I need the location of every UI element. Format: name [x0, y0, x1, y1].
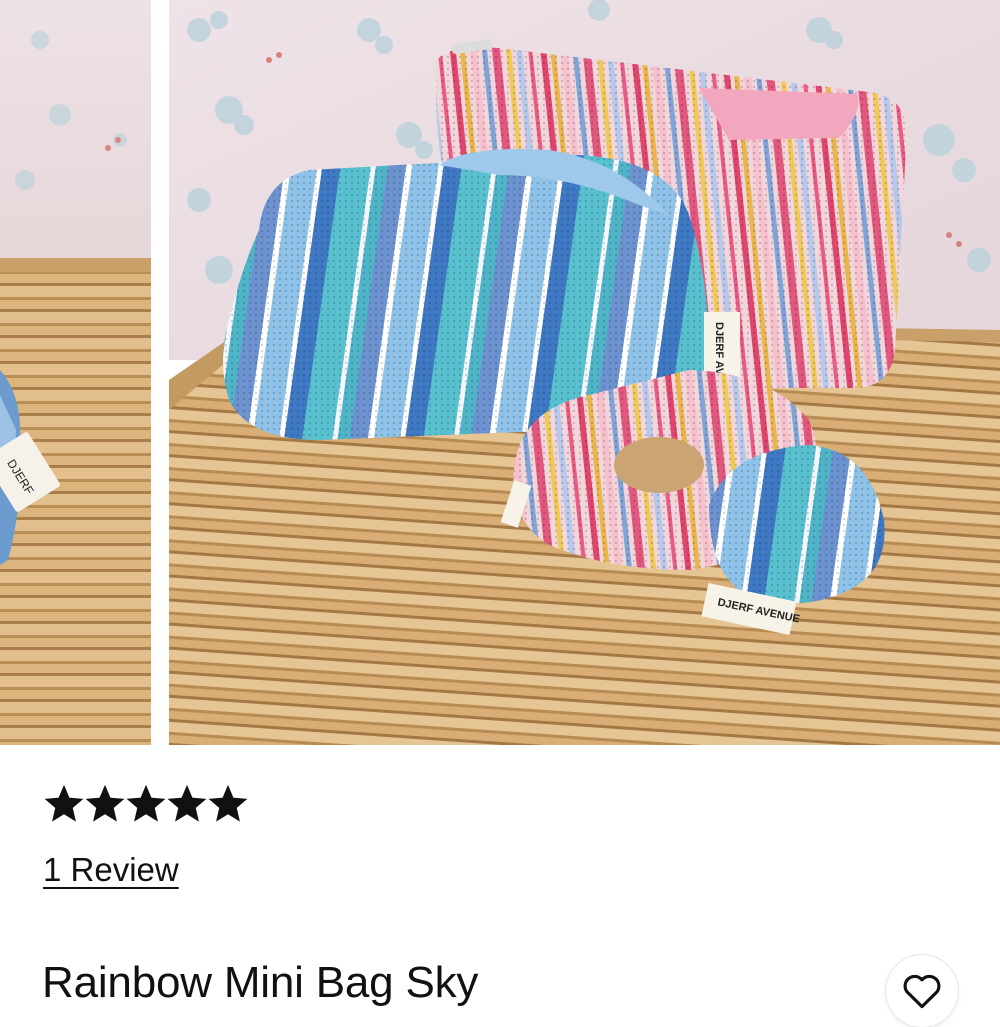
star-icon: [208, 784, 248, 822]
heart-outline-icon: [903, 974, 941, 1009]
star-icon: [85, 784, 125, 822]
reviews-link[interactable]: 1 Review: [43, 851, 179, 889]
star-icon: [167, 784, 207, 822]
product-title: Rainbow Mini Bag Sky: [42, 958, 479, 1007]
gallery-image-previous[interactable]: DJERF: [0, 0, 151, 745]
star-rating: [44, 784, 248, 828]
product-image-gallery[interactable]: DJERF DJERF AVENUE DJERF AVENUE: [0, 0, 1000, 745]
star-icon: [44, 784, 84, 822]
wishlist-button[interactable]: [886, 955, 958, 1027]
product-photo: DJERF AVENUE DJERF AVENUE: [169, 0, 1000, 745]
star-icon: [126, 784, 166, 822]
product-photo-partial: DJERF: [0, 0, 151, 745]
gallery-image-current[interactable]: DJERF AVENUE DJERF AVENUE: [169, 0, 1000, 745]
